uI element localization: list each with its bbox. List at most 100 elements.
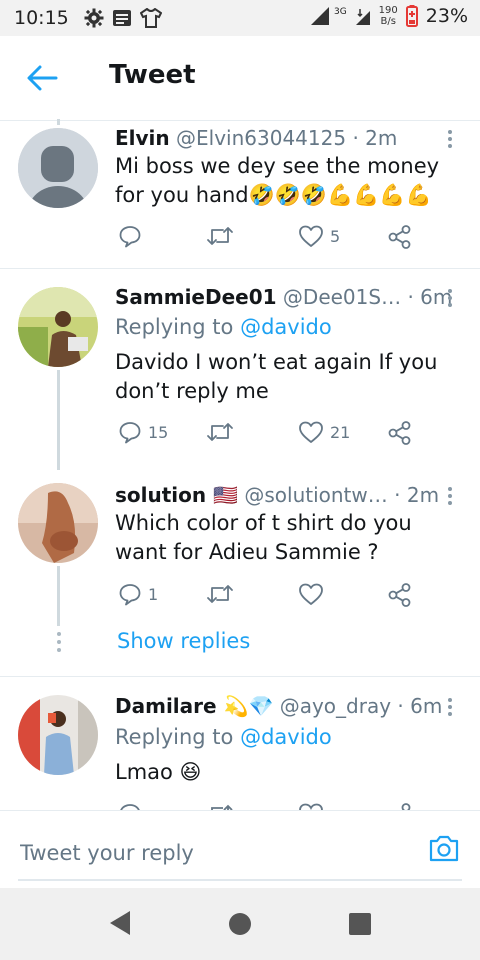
replying-to-link[interactable]: @davido	[240, 725, 332, 749]
more-icon[interactable]	[443, 696, 457, 720]
share-icon	[401, 803, 411, 810]
like-button[interactable]	[298, 582, 330, 606]
replying-to: Replying to @davido	[115, 725, 332, 749]
replying-prefix: Replying to	[115, 315, 241, 339]
user-handle[interactable]: @Elvin63044125	[176, 126, 346, 150]
share-icon	[388, 225, 411, 249]
reply-button[interactable]: 15	[118, 420, 168, 444]
net-speed: 190 B/s	[379, 5, 398, 27]
user-handle[interactable]: @solutiontw…	[244, 483, 387, 507]
news-icon	[113, 10, 131, 26]
retweet-button[interactable]	[206, 802, 234, 810]
tweet-item[interactable]: solution 🇺🇸 @solutiontw… · 2m Which colo…	[0, 478, 480, 626]
tweet-actions: 15 21	[0, 420, 480, 450]
camera-icon[interactable]	[427, 831, 461, 865]
nav-back-icon[interactable]	[108, 910, 132, 936]
profile-photo-damilare	[18, 695, 98, 775]
network-type: 3G	[333, 7, 347, 17]
tweet-item[interactable]: Damilare 💫💎 @ayo_dray · 6m Replying to @…	[0, 690, 480, 810]
retweet-button[interactable]	[206, 420, 240, 444]
thread-dots	[56, 632, 62, 656]
reply-icon	[119, 226, 141, 248]
like-button[interactable]: 5	[298, 224, 340, 248]
show-replies-link[interactable]: Show replies	[117, 629, 250, 653]
reply-input[interactable]	[18, 837, 402, 869]
display-name[interactable]: SammieDee01	[115, 285, 277, 309]
tweet-item[interactable]: Elvin @Elvin63044125 · 2m Mi boss we dey…	[0, 119, 480, 268]
reply-icon	[119, 422, 141, 444]
tweet-header: solution 🇺🇸 @solutiontw… · 2m	[115, 483, 439, 507]
retweet-icon	[207, 423, 233, 441]
like-count: 5	[330, 226, 341, 246]
tweet-text: Which color of t shirt do you want for A…	[115, 511, 412, 564]
user-handle[interactable]: @Dee01S…	[283, 285, 401, 309]
reply-count: 15	[148, 422, 169, 442]
share-button[interactable]	[387, 420, 413, 446]
nav-home-icon[interactable]	[228, 912, 252, 936]
tweet-header: Elvin @Elvin63044125 · 2m	[115, 126, 397, 150]
like-button[interactable]: 21	[298, 420, 350, 444]
reply-button[interactable]	[118, 802, 142, 810]
tweet-actions: 1	[0, 582, 480, 612]
tweet-time: · 6m	[397, 694, 443, 718]
status-right: 3G 190 B/s 23%	[310, 5, 468, 27]
profile-photo-solution	[18, 483, 98, 563]
like-icon	[299, 803, 323, 810]
retweet-icon	[207, 585, 233, 603]
tweet-text: Lmao 😆	[115, 760, 202, 784]
more-icon[interactable]	[443, 485, 457, 509]
avatar[interactable]	[18, 128, 98, 208]
status-time: 10:15	[14, 7, 69, 29]
net-speed-unit: B/s	[380, 16, 396, 27]
tweet-time: · 2m	[352, 126, 398, 150]
avatar[interactable]	[18, 287, 98, 367]
retweet-icon	[207, 227, 233, 245]
user-handle[interactable]: @ayo_dray	[280, 694, 391, 718]
more-icon[interactable]	[443, 287, 457, 311]
tshirt-icon	[140, 8, 162, 28]
retweet-button[interactable]	[206, 224, 240, 248]
like-button[interactable]	[298, 802, 324, 810]
display-name[interactable]: Damilare 💫💎	[115, 694, 273, 718]
share-icon	[388, 421, 411, 445]
reply-button[interactable]	[118, 224, 148, 248]
retweet-icon	[211, 804, 233, 810]
reply-icon	[119, 584, 141, 606]
reply-bar	[0, 810, 480, 889]
net-speed-value: 190	[378, 5, 398, 16]
display-name[interactable]: solution 🇺🇸	[115, 483, 238, 507]
share-button[interactable]	[387, 224, 413, 250]
like-icon	[299, 583, 323, 605]
page-title: Tweet	[109, 60, 196, 90]
default-avatar-icon	[18, 128, 98, 208]
nav-recents-icon[interactable]	[348, 912, 372, 936]
tweet-item[interactable]: SammieDee01 @Dee01S… · 6m Replying to @d…	[0, 282, 480, 470]
avatar[interactable]	[18, 695, 98, 775]
divider	[0, 676, 480, 677]
tweet-text: Mi boss we dey see the money for you han…	[115, 154, 440, 207]
share-button[interactable]	[387, 802, 413, 810]
replying-to-link[interactable]: @davido	[240, 315, 332, 339]
battery-icon	[405, 5, 418, 27]
battery-percent: 23%	[425, 5, 468, 27]
retweet-button[interactable]	[206, 582, 240, 606]
thread-line	[57, 119, 60, 125]
divider	[0, 268, 480, 269]
reply-icon	[120, 804, 140, 810]
tweet-header: SammieDee01 @Dee01S… · 6m	[115, 285, 452, 309]
tweet-text: Davido I won’t eat again If you don’t re…	[115, 350, 438, 403]
replying-to: Replying to @davido	[115, 315, 332, 339]
tweet-actions: 5	[0, 224, 480, 254]
reply-button[interactable]: 1	[118, 582, 158, 606]
system-nav-bar	[0, 888, 480, 960]
app-bar: Tweet	[0, 36, 480, 121]
share-button[interactable]	[387, 582, 413, 608]
like-icon	[299, 421, 323, 443]
tweet-time: · 2m	[394, 483, 440, 507]
tweet-header: Damilare 💫💎 @ayo_dray · 6m	[115, 694, 442, 718]
back-arrow-icon[interactable]	[24, 62, 60, 94]
avatar[interactable]	[18, 483, 98, 563]
more-icon[interactable]	[443, 128, 457, 152]
share-icon	[388, 583, 411, 607]
display-name[interactable]: Elvin	[115, 126, 170, 150]
